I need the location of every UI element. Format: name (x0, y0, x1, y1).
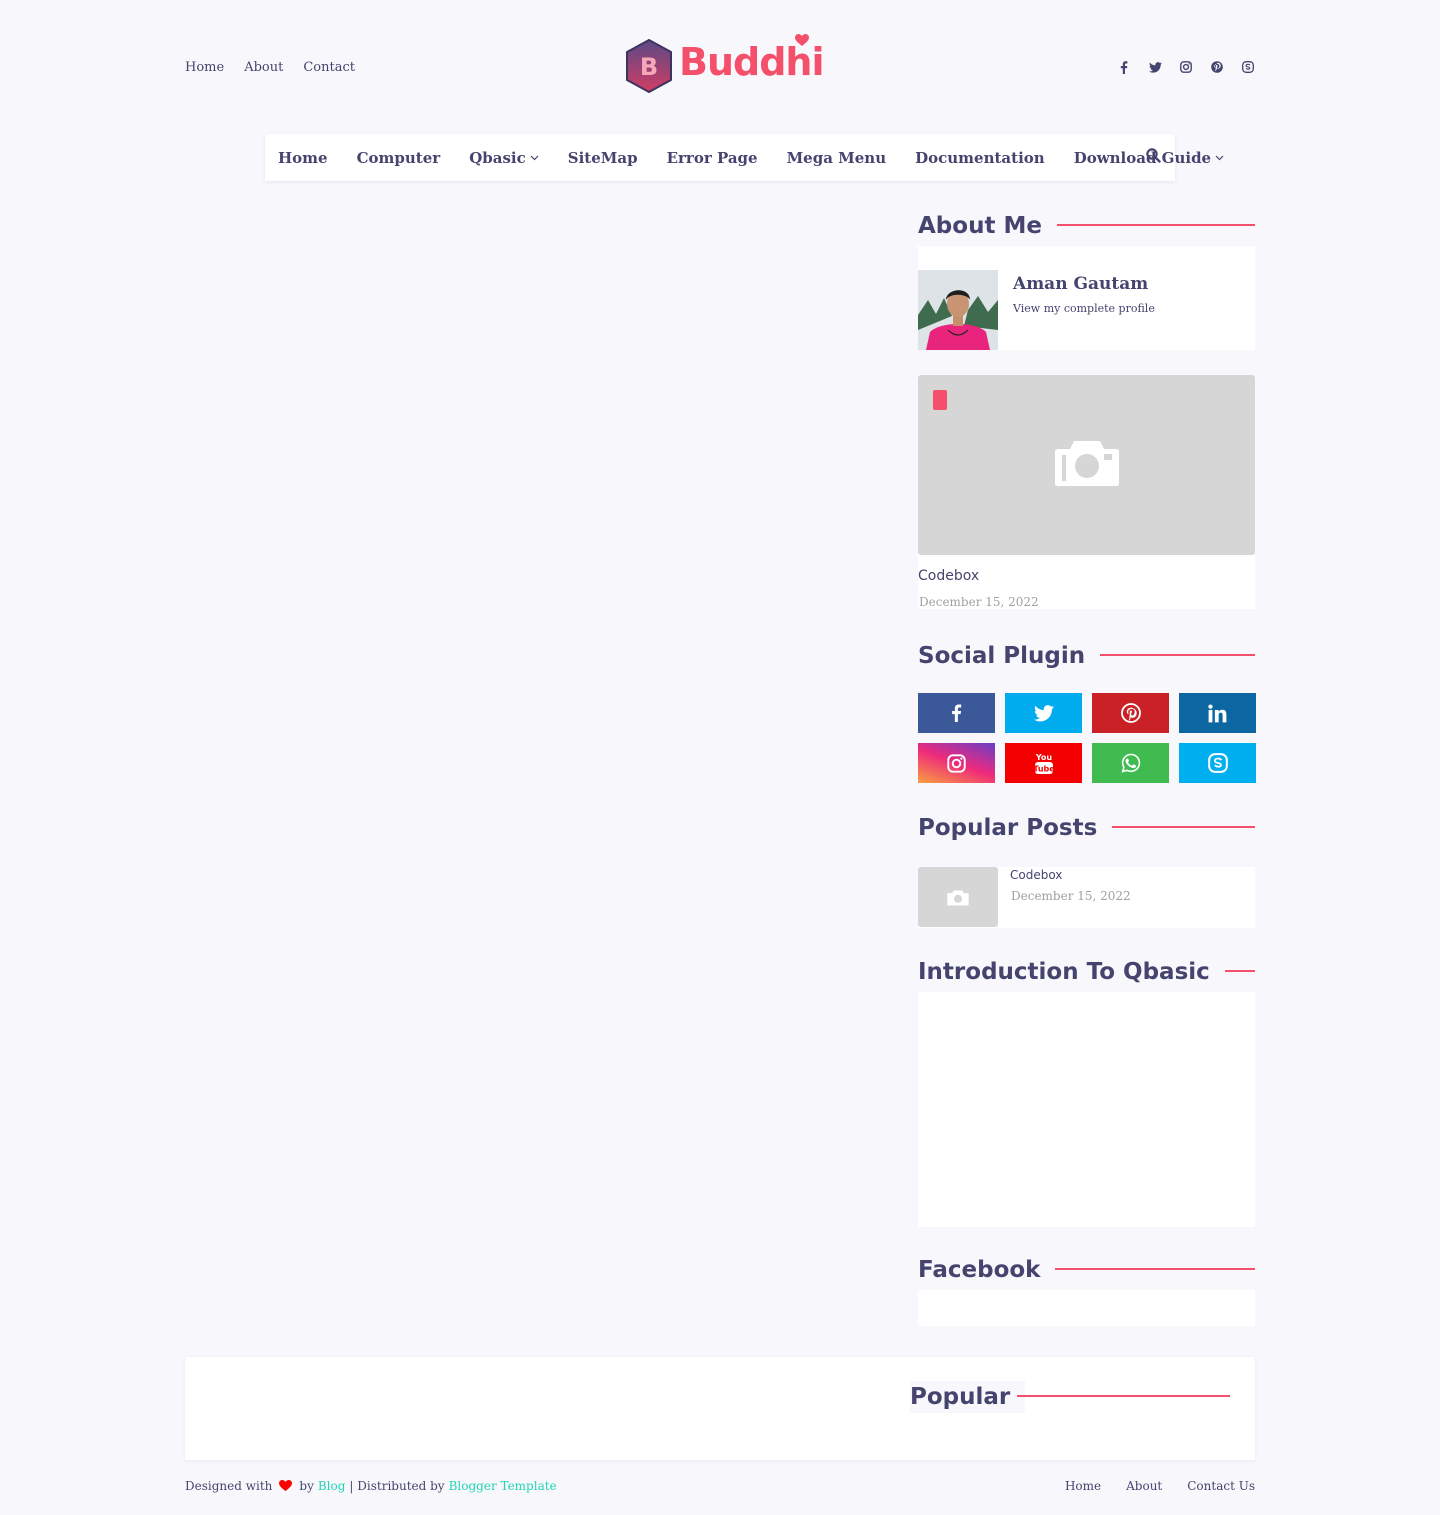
twitter-icon (1033, 704, 1054, 721)
post-thumbnail[interactable] (918, 867, 998, 927)
footer-popular-widget: Popular (185, 1357, 1255, 1460)
profile-name[interactable]: Aman Gautam (1013, 274, 1148, 294)
nav-item-qbasic[interactable]: Qbasic (469, 149, 539, 167)
featured-post-widget: Codebox December 15, 2022 (918, 375, 1255, 609)
distributed-by-text: | Distributed by (349, 1479, 445, 1493)
linkedin-button[interactable] (1179, 693, 1256, 733)
whatsapp-icon (1121, 753, 1140, 773)
svg-text:B: B (640, 53, 658, 81)
intro-qbasic-title: Introduction To Qbasic (918, 956, 1225, 988)
footer-link-about[interactable]: About (1126, 1479, 1162, 1493)
top-links: Home About Contact (185, 60, 355, 75)
intro-qbasic-content (918, 992, 1255, 1227)
title-divider (1095, 826, 1255, 828)
popular-posts-widget: Popular Posts Codebox December 15, 2022 (918, 812, 1255, 928)
youtube-button[interactable]: You Tube (1005, 743, 1082, 783)
list-item: Codebox December 15, 2022 (918, 867, 1255, 928)
nav-item-computer[interactable]: Computer (357, 149, 441, 167)
avatar[interactable] (918, 270, 998, 350)
svg-text:Tube: Tube (1034, 765, 1054, 774)
skype-button[interactable] (1179, 743, 1256, 783)
facebook-button[interactable] (918, 693, 995, 733)
heart-icon (279, 1480, 293, 1492)
facebook-title: Facebook (918, 1254, 1056, 1286)
about-me-widget: About Me Aman Gautam View my complete pr… (918, 210, 1255, 350)
view-profile-link[interactable]: View my complete profile (1013, 302, 1155, 315)
chevron-down-icon (1215, 155, 1224, 160)
footer-popular-title: Popular (910, 1381, 1026, 1413)
skype-icon[interactable] (1241, 58, 1255, 76)
title-divider (1086, 654, 1255, 656)
whatsapp-button[interactable] (1092, 743, 1169, 783)
top-link-contact[interactable]: Contact (303, 60, 355, 75)
title-divider (1048, 224, 1255, 226)
widget-title: Facebook (918, 1254, 1255, 1290)
nav-item-mega-menu[interactable]: Mega Menu (787, 149, 887, 167)
pinterest-button[interactable] (1092, 693, 1169, 733)
social-buttons: You Tube (918, 693, 1256, 783)
nav-item-sitemap[interactable]: SiteMap (568, 149, 638, 167)
social-plugin-widget: Social Plugin You Tube (918, 640, 1256, 783)
top-social-icons (1117, 58, 1255, 76)
blog-link[interactable]: Blog (318, 1479, 346, 1493)
site-logo[interactable]: B Buddhi (623, 32, 824, 98)
twitter-icon[interactable] (1148, 58, 1162, 76)
logo-heart-icon (795, 34, 809, 46)
facebook-icon[interactable] (1117, 58, 1131, 76)
linkedin-icon (1208, 703, 1227, 722)
main-navigation: Home Computer Qbasic SiteMap Error Page … (265, 134, 1224, 181)
widget-title: Social Plugin (918, 640, 1255, 676)
footer-credits: Designed with by Blog | Distributed by B… (185, 1479, 557, 1493)
featured-post-date: December 15, 2022 (919, 595, 1039, 609)
pinterest-icon[interactable] (1210, 58, 1224, 76)
widget-title: About Me (918, 210, 1255, 246)
search-icon[interactable] (1146, 148, 1161, 167)
popular-posts-title: Popular Posts (918, 812, 1113, 844)
nav-item-home[interactable]: Home (278, 149, 328, 167)
widget-title: Introduction To Qbasic (918, 956, 1255, 992)
title-divider (1017, 1395, 1230, 1397)
intro-qbasic-widget: Introduction To Qbasic (918, 956, 1255, 1227)
category-tag[interactable] (933, 390, 947, 410)
youtube-icon: You Tube (1034, 753, 1054, 774)
nav-item-documentation[interactable]: Documentation (915, 149, 1045, 167)
widget-title: Popular (910, 1381, 1230, 1417)
featured-post-title[interactable]: Codebox (918, 568, 979, 584)
pinterest-icon (1120, 703, 1141, 723)
blogger-template-link[interactable]: Blogger Template (449, 1479, 557, 1493)
widget-title: Popular Posts (918, 812, 1255, 848)
by-text: by (299, 1479, 314, 1493)
featured-post-image[interactable] (918, 375, 1255, 555)
chevron-down-icon (530, 155, 539, 160)
about-me-title: About Me (918, 210, 1057, 242)
camera-icon (1055, 441, 1119, 486)
instagram-icon (947, 753, 966, 773)
instagram-button[interactable] (918, 743, 995, 783)
camera-icon (947, 890, 969, 905)
footer-links: Home About Contact Us (1065, 1479, 1255, 1493)
popular-post-date: December 15, 2022 (1011, 889, 1131, 903)
popular-post-title[interactable]: Codebox (1010, 868, 1062, 882)
top-link-home[interactable]: Home (185, 60, 224, 75)
designed-with-text: Designed with (185, 1479, 273, 1493)
title-divider (1044, 1268, 1255, 1270)
twitter-button[interactable] (1005, 693, 1082, 733)
footer-link-home[interactable]: Home (1065, 1479, 1101, 1493)
nav-item-error-page[interactable]: Error Page (667, 149, 758, 167)
logo-hexagon-icon: B (626, 39, 672, 93)
facebook-content (918, 1290, 1255, 1326)
instagram-icon[interactable] (1179, 58, 1193, 76)
facebook-widget: Facebook (918, 1254, 1255, 1326)
header: Home About Contact B Buddhi (185, 0, 1255, 130)
skype-icon (1207, 753, 1228, 773)
social-plugin-title: Social Plugin (918, 640, 1101, 672)
about-card: Aman Gautam View my complete profile (918, 246, 1255, 350)
footer-link-contact-us[interactable]: Contact Us (1187, 1479, 1255, 1493)
facebook-icon (952, 704, 962, 722)
top-link-about[interactable]: About (244, 60, 283, 75)
svg-text:You: You (1034, 753, 1052, 762)
